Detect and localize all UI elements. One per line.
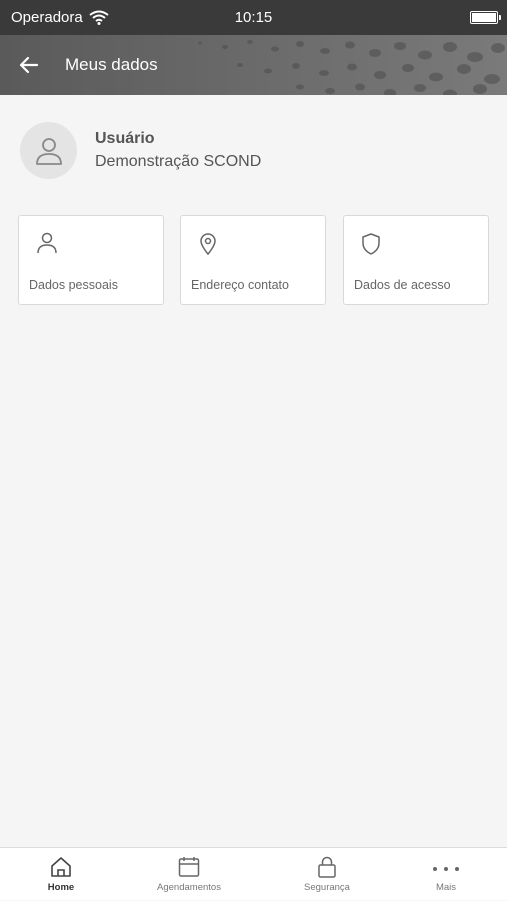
shield-icon xyxy=(362,233,380,255)
card-endereco-contato[interactable]: Endereço contato xyxy=(180,215,326,305)
avatar xyxy=(20,122,77,179)
profile-name: Demonstração SCOND xyxy=(95,153,262,170)
tab-home[interactable]: Home xyxy=(6,848,116,901)
tab-label: Segurança xyxy=(304,882,350,893)
page-title: Meus dados xyxy=(65,55,158,74)
card-label: Dados pessoais xyxy=(29,278,118,292)
back-button[interactable] xyxy=(14,51,44,79)
user-avatar-icon xyxy=(35,137,62,165)
arrow-left-icon xyxy=(19,56,39,74)
card-dados-de-acesso[interactable]: Dados de acesso xyxy=(343,215,489,305)
tab-label: Agendamentos xyxy=(157,882,221,893)
person-icon xyxy=(37,232,57,254)
profile-summary: Usuário Demonstração SCOND xyxy=(20,122,480,182)
location-pin-icon xyxy=(200,233,216,256)
calendar-icon xyxy=(178,857,200,877)
tab-mais[interactable]: Mais xyxy=(391,848,501,901)
tab-seguranca[interactable]: Segurança xyxy=(272,848,382,901)
lock-icon xyxy=(318,856,336,878)
battery-icon xyxy=(470,11,501,24)
card-label: Endereço contato xyxy=(191,278,289,292)
profile-label: Usuário xyxy=(95,130,155,147)
status-time: 10:15 xyxy=(234,9,273,26)
bottom-tab-bar: Home Agendamentos Segurança Mais xyxy=(0,847,507,900)
header-bar: Meus dados xyxy=(0,35,507,95)
tab-label: Mais xyxy=(435,882,457,893)
card-label: Dados de acesso xyxy=(354,278,451,292)
card-dados-pessoais[interactable]: Dados pessoais xyxy=(18,215,164,305)
more-dots-icon xyxy=(433,867,459,871)
tab-label: Home xyxy=(47,882,75,893)
tab-agendamentos[interactable]: Agendamentos xyxy=(134,848,244,901)
status-bar: Operadora 10:15 xyxy=(0,0,507,35)
home-icon xyxy=(51,857,71,877)
